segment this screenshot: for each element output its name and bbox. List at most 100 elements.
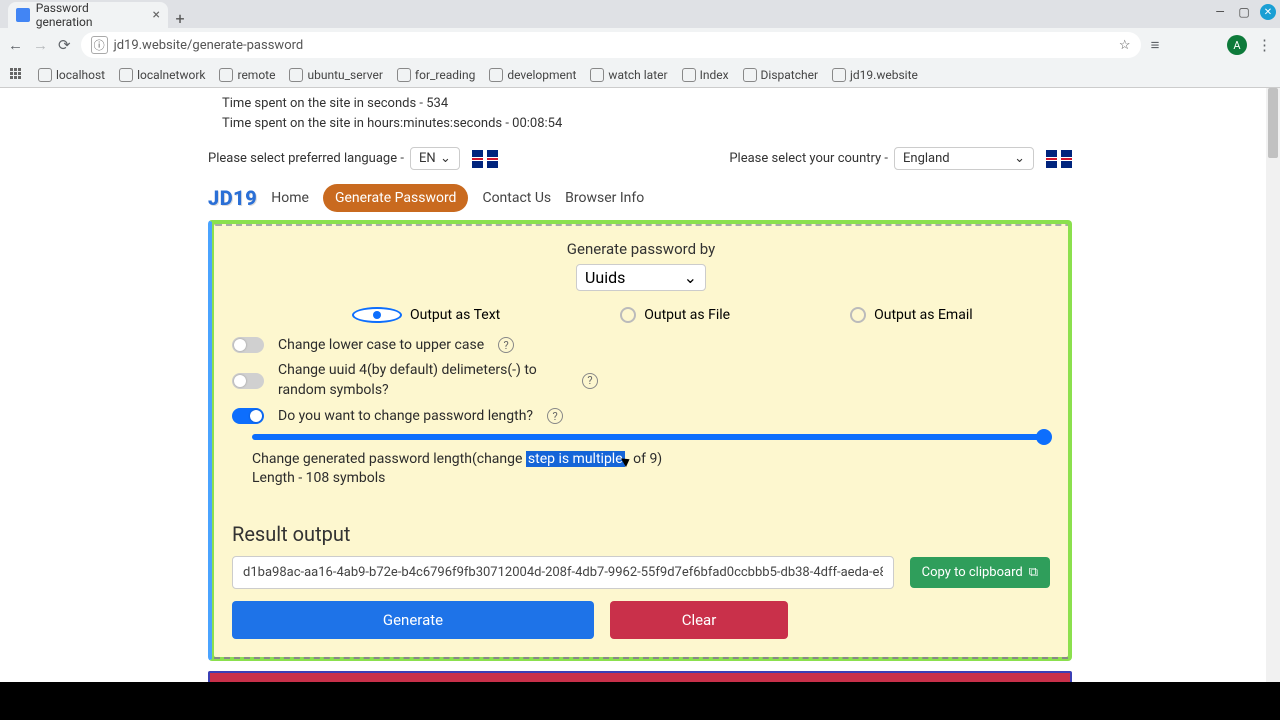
length-readout: Length - 108 symbols [252, 470, 385, 486]
bookmark-icon [119, 68, 133, 82]
radio-dot-icon [850, 307, 866, 323]
help-icon[interactable]: ? [498, 337, 514, 353]
chevron-down-icon: ⌄ [440, 151, 451, 166]
profile-avatar[interactable]: A [1227, 35, 1247, 55]
reading-list-icon[interactable]: ≡ [1151, 36, 1160, 54]
length-slider[interactable] [252, 434, 1050, 440]
address-bar[interactable]: ⓘ jd19.website/generate-password ☆ [81, 32, 1141, 58]
generate-by-select[interactable]: Uuids⌄ [576, 264, 706, 291]
generator-card: Generate password by Uuids⌄ Output as Te… [208, 220, 1072, 661]
result-output-field[interactable] [232, 556, 894, 589]
site-info-icon[interactable]: ⓘ [91, 36, 108, 54]
chevron-down-icon: ⌄ [684, 268, 697, 287]
locale-row: Please select preferred language - EN⌄ P… [208, 143, 1072, 178]
time-spent-block: Time spent on the site in seconds - 534 … [0, 88, 1280, 143]
generate-by-label: Generate password by [232, 240, 1050, 258]
tab-close-icon[interactable]: × [153, 7, 160, 23]
help-icon[interactable]: ? [547, 408, 563, 424]
url-text: jd19.website/generate-password [114, 38, 304, 53]
page-content: Time spent on the site in seconds - 534 … [0, 88, 1280, 682]
bookmark-for-reading[interactable]: for_reading [397, 68, 475, 82]
radio-dot-icon [352, 307, 402, 323]
scrollbar-thumb[interactable] [1268, 88, 1278, 158]
toggle-delimiters[interactable] [232, 373, 264, 389]
country-select[interactable]: England⌄ [894, 147, 1034, 170]
flag-uk-icon [472, 150, 498, 168]
bookmarks-bar: localhost localnetwork remote ubuntu_ser… [0, 62, 1280, 88]
option-uppercase-label: Change lower case to upper case [278, 337, 484, 353]
clear-button[interactable]: Clear [610, 601, 788, 639]
clipboard-icon: ⧉ [1029, 565, 1038, 580]
highlighted-text: step is multiple [526, 451, 625, 467]
bookmark-icon [590, 68, 604, 82]
radio-output-file[interactable]: Output as File [620, 307, 730, 323]
new-tab-button[interactable]: + [168, 9, 192, 28]
radio-dot-icon [620, 307, 636, 323]
option-length-row: Do you want to change password length? ? [232, 408, 1050, 424]
toggle-uppercase[interactable] [232, 337, 264, 353]
radio-output-email[interactable]: Output as Email [850, 307, 973, 323]
minimize-icon[interactable]: — [1212, 4, 1228, 20]
bookmark-icon [682, 68, 696, 82]
option-delimiters-label: Change uuid 4(by default) delimeters(-) … [278, 361, 568, 400]
time-seconds: Time spent on the site in seconds - 534 [222, 94, 1280, 114]
chevron-down-icon: ⌄ [1014, 151, 1025, 166]
generate-button[interactable]: Generate [232, 601, 594, 639]
language-select[interactable]: EN⌄ [410, 147, 460, 170]
country-label: Please select your country - [729, 151, 888, 166]
result-heading: Result output [232, 522, 1050, 546]
bookmark-development[interactable]: development [489, 68, 576, 82]
nav-home[interactable]: Home [271, 190, 309, 206]
flag-uk-icon [1046, 150, 1072, 168]
main-nav: JD19 Home Generate Password Contact Us B… [208, 184, 1072, 212]
bookmark-localhost[interactable]: localhost [38, 68, 105, 82]
radio-output-text[interactable]: Output as Text [352, 307, 500, 323]
scrollbar[interactable] [1266, 88, 1280, 682]
maximize-icon[interactable]: ▢ [1236, 4, 1252, 20]
tab-favicon-icon [16, 8, 30, 22]
bookmark-localnetwork[interactable]: localnetwork [119, 68, 205, 82]
bookmark-dispatcher[interactable]: Dispatcher [743, 68, 819, 82]
bookmark-icon [397, 68, 411, 82]
browser-chrome: — ▢ ✕ Password generation × + ← → ⟳ ⓘ jd… [0, 0, 1280, 88]
bookmark-ubuntu-server[interactable]: ubuntu_server [289, 68, 382, 82]
option-length-label: Do you want to change password length? [278, 408, 533, 424]
bookmark-jd19[interactable]: jd19.website [832, 68, 918, 82]
back-icon[interactable]: ← [8, 36, 23, 54]
help-icon[interactable]: ? [582, 373, 598, 389]
kebab-menu-icon[interactable]: ⋮ [1257, 36, 1272, 54]
browser-toolbar: ← → ⟳ ⓘ jd19.website/generate-password ☆… [0, 28, 1280, 62]
slider-caption: Change generated password length(change … [232, 450, 1050, 488]
reload-icon[interactable]: ⟳ [58, 36, 71, 54]
footer-bar [208, 671, 1072, 682]
browser-tab[interactable]: Password generation × [8, 2, 168, 28]
bookmark-icon [832, 68, 846, 82]
apps-icon[interactable] [10, 68, 24, 82]
nav-contact-us[interactable]: Contact Us [482, 190, 551, 206]
time-hms: Time spent on the site in hours:minutes:… [222, 114, 1280, 134]
bookmark-index[interactable]: Index [682, 68, 729, 82]
bookmark-remote[interactable]: remote [219, 68, 275, 82]
bookmark-star-icon[interactable]: ☆ [1119, 38, 1131, 53]
bookmark-icon [743, 68, 757, 82]
slider-thumb[interactable] [1036, 429, 1052, 445]
tab-title: Password generation [36, 1, 147, 29]
brand-logo[interactable]: JD19 [208, 186, 257, 210]
bookmark-icon [489, 68, 503, 82]
nav-generate-password[interactable]: Generate Password [323, 184, 469, 212]
bookmark-watch-later[interactable]: watch later [590, 68, 667, 82]
output-radio-group: Output as Text Output as File Output as … [232, 307, 1050, 323]
bookmark-icon [219, 68, 233, 82]
bookmark-icon [289, 68, 303, 82]
copy-to-clipboard-button[interactable]: Copy to clipboard⧉ [910, 557, 1050, 588]
length-slider-row [232, 434, 1050, 440]
nav-browser-info[interactable]: Browser Info [565, 190, 644, 206]
forward-icon[interactable]: → [33, 36, 48, 54]
close-window-icon[interactable]: ✕ [1260, 4, 1276, 20]
language-label: Please select preferred language - [208, 151, 404, 166]
option-delimiters-row: Change uuid 4(by default) delimeters(-) … [232, 361, 1050, 400]
option-uppercase-row: Change lower case to upper case ? [232, 337, 1050, 353]
window-controls: — ▢ ✕ [1212, 4, 1276, 20]
toggle-change-length[interactable] [232, 408, 264, 424]
bookmark-icon [38, 68, 52, 82]
